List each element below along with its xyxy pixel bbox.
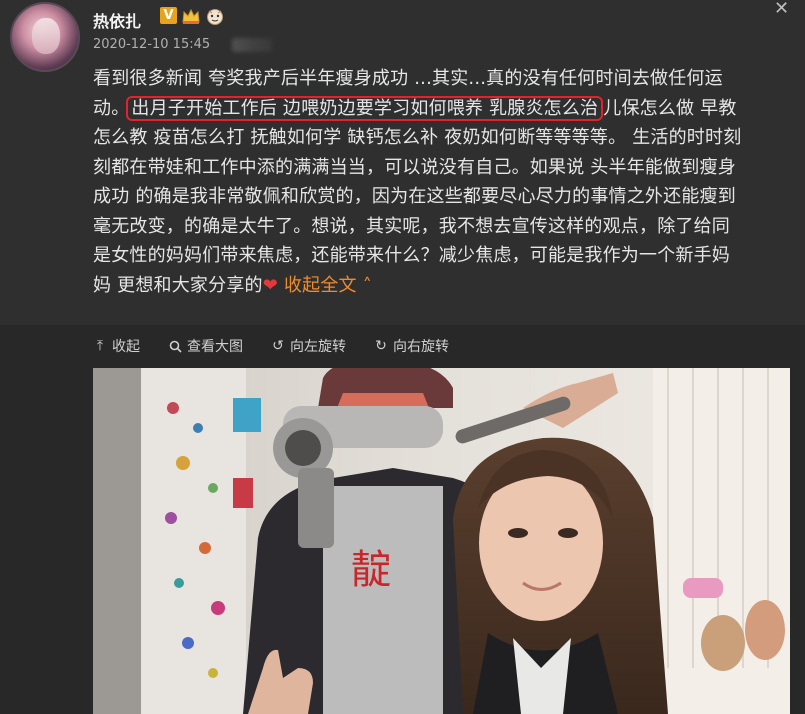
photo-illustration: 靛 — [93, 368, 790, 714]
rotate-right-label: 向右旋转 — [393, 339, 449, 355]
post-text-line: 看到很多新闻 夸奖我产后半年瘦身成功 ...其实...真的没有任何时间去做任何运 — [93, 68, 723, 89]
verified-v-badge[interactable]: V — [160, 7, 177, 24]
emoji-face-badge[interactable] — [205, 7, 225, 25]
post-photo[interactable]: 靛 — [93, 368, 790, 714]
rotate-right-button[interactable]: ↻ 向右旋转 — [374, 336, 449, 356]
crown-badge[interactable] — [181, 7, 201, 25]
line-suffix: 儿保怎么做 早教 — [603, 97, 737, 119]
line-prefix: 动。 — [93, 97, 130, 119]
weibo-post: 热依扎 V ✕ 2020-12-10 15:45 看到很多新闻 夸奖我产后半年瘦… — [0, 0, 805, 325]
view-large-button[interactable]: 查看大图 — [168, 336, 243, 356]
rotate-right-icon: ↻ — [375, 338, 387, 354]
face-icon — [207, 9, 223, 25]
avatar-face — [32, 18, 60, 54]
rotate-left-icon: ↺ — [272, 338, 284, 354]
post-text-line: 是女性的妈妈们带来焦虑，还能带来什么？减少焦虑，可能是我作为一个新手妈 — [93, 245, 730, 266]
search-icon — [168, 340, 182, 353]
image-toolbar: ⤒ 收起 查看大图 ↺ 向左旋转 ↻ 向右旋转 — [93, 336, 449, 356]
post-timestamp[interactable]: 2020-12-10 15:45 — [93, 37, 210, 52]
post-text-line: 怎么教 疫苗怎么打 抚触如何学 缺钙怎么补 夜奶如何断等等等等。 生活的时时刻 — [93, 127, 742, 148]
collapse-image-label: 收起 — [112, 339, 140, 355]
post-text-last-line: 妈 更想和大家分享的❤ 收起全文 ˄ — [93, 271, 793, 301]
user-avatar[interactable] — [10, 2, 80, 72]
post-text: 看到很多新闻 夸奖我产后半年瘦身成功 ...其实...真的没有任何时间去做任何运… — [93, 64, 793, 300]
post-text-line: 刻都在带娃和工作中添的满满当当，可以说没有自己。如果说 头半年能做到瘦身 — [93, 156, 736, 178]
collapse-text-link[interactable]: 收起全文 — [284, 275, 357, 296]
rotate-left-label: 向左旋转 — [290, 339, 346, 355]
last-line-text: 妈 更想和大家分享的 — [93, 274, 263, 296]
arrow-up-icon: ⤒ — [96, 338, 104, 354]
view-large-label: 查看大图 — [187, 339, 243, 355]
post-text-line: 成功 的确是我非常敬佩和欣赏的，因为在这些都要尽心尽力的事情之外还能瘦到 — [93, 186, 736, 207]
redacted-source-blur — [232, 38, 272, 52]
highlight-box: 出月子开始工作后 边喂奶边要学习如何喂养 乳腺炎怎么治 — [126, 95, 604, 121]
rotate-left-button[interactable]: ↺ 向左旋转 — [271, 336, 346, 356]
close-icon[interactable]: ✕ — [774, 0, 789, 19]
crown-icon — [182, 8, 200, 24]
post-text-line-highlighted: 动。 出月子开始工作后 边喂奶边要学习如何喂养 乳腺炎怎么治 儿保怎么做 早教 — [93, 94, 793, 124]
post-text-line: 毫无改变，的确是太牛了。想说，其实呢，我不想去宣传这样的观点，除了给同 — [93, 215, 730, 237]
heart-icon: ❤ — [262, 274, 279, 296]
chevron-up-icon[interactable]: ˄ — [363, 275, 372, 296]
shirt-text: 靛 — [351, 547, 391, 593]
user-badges: V — [160, 7, 225, 25]
username[interactable]: 热依扎 — [93, 8, 141, 32]
collapse-image-button[interactable]: ⤒ 收起 — [93, 336, 140, 356]
